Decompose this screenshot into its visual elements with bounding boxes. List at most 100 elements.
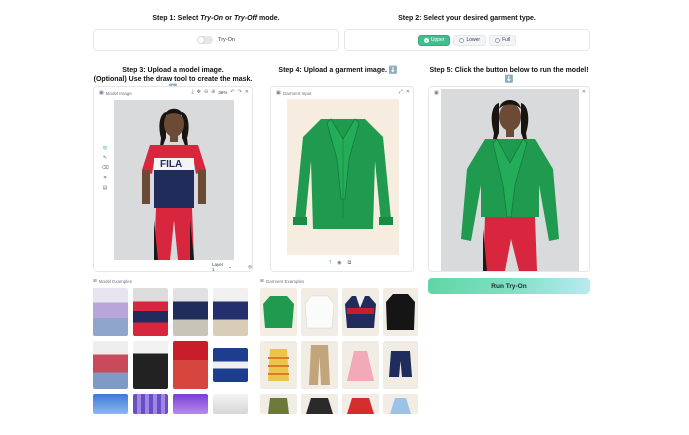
model-image-panel: ▣ Model Image ⤓ ✥ ⊖ ⊕ 36% ↶ ↷ ✕ ◍ ✎ ⌫ ⌗ ▤… <box>93 86 253 272</box>
model-example-thumb[interactable] <box>173 341 208 389</box>
image-icon: ▣ <box>276 90 281 96</box>
radio-dot <box>423 37 429 43</box>
model-example-thumb[interactable] <box>173 394 208 414</box>
model-example-thumb[interactable] <box>213 394 248 414</box>
garment-input-label: ▣ Garment Input <box>274 89 314 97</box>
step1-mid: or <box>223 15 234 22</box>
garment-type-upper[interactable]: Upper <box>417 34 451 46</box>
fullscreen-icon[interactable]: ⤢ <box>399 89 403 95</box>
grid-icon: ⊞ <box>260 278 264 283</box>
model-example-thumb[interactable] <box>133 394 168 414</box>
model-example-thumb[interactable] <box>213 288 248 336</box>
garment-example-thumb[interactable] <box>260 394 297 414</box>
grid-icon: ⊞ <box>93 278 97 283</box>
model-image-toolbar: ⤓ ✥ ⊖ ⊕ 36% ↶ ↷ ✕ <box>192 89 249 95</box>
step1-title: Step 1: Select Try-On or Try-Off mode. <box>93 14 339 23</box>
radio-label-upper: Upper <box>430 37 445 43</box>
garment-example-thumb[interactable] <box>301 341 338 389</box>
toggle-switch[interactable] <box>197 36 214 44</box>
model-example-thumb[interactable] <box>133 288 168 336</box>
layers-icon[interactable]: ◎ <box>248 264 252 270</box>
close-icon[interactable]: ✕ <box>582 89 586 95</box>
model-image-label: ▣ Model Image <box>97 89 134 97</box>
image-upload-icon[interactable]: ▤ <box>102 185 108 191</box>
pen-icon[interactable]: ✎ <box>102 155 108 161</box>
redo-icon[interactable]: ↷ <box>238 89 242 95</box>
run-try-on-button[interactable]: Run Try-On <box>428 278 590 294</box>
step1-tryon: Try-On <box>200 15 224 22</box>
chevron-down-icon[interactable]: ⌄ <box>228 264 232 270</box>
step1-suffix: mode. <box>257 15 280 22</box>
output-image-panel: ▣Output Image ⤢ ✕ <box>428 86 590 272</box>
step5-title: Step 5: Click the button below to run th… <box>429 67 589 83</box>
garment-thumb-shape <box>347 351 374 381</box>
close-icon[interactable]: ✕ <box>406 89 410 95</box>
model-example-thumb[interactable] <box>93 394 128 414</box>
garment-photo[interactable] <box>287 99 399 255</box>
step4-title: Step 4: Upload a garment image. ⬇️ <box>278 67 398 74</box>
undo-icon[interactable]: ↶ <box>230 89 234 95</box>
paste-icon[interactable]: ⧉ <box>348 260 352 266</box>
model-photo[interactable]: FILA <box>114 100 234 260</box>
garment-thumb-shape <box>304 295 335 329</box>
zoom-out-icon[interactable]: ⊖ <box>204 89 208 95</box>
garment-example-thumb[interactable] <box>383 394 418 414</box>
crop-icon[interactable]: ⌗ <box>102 175 108 181</box>
brush-icon[interactable]: ◍ <box>102 145 108 151</box>
radio-dot <box>459 37 465 43</box>
model-example-thumb[interactable] <box>213 348 248 382</box>
garment-thumb-shape <box>268 398 289 414</box>
model-examples-label: ⊞ Model Examples <box>93 278 132 284</box>
step1-prefix: Step 1: Select <box>152 15 201 22</box>
eraser-icon[interactable]: ⌫ <box>101 165 108 171</box>
garment-example-thumb[interactable] <box>260 288 297 336</box>
layer-bar: Layer 1 ⌄ ◎ <box>212 262 252 272</box>
output-photo[interactable] <box>441 89 579 271</box>
garment-input-panel: ▣ Garment Input ⤢ ✕ ⤒ ◉ ⧉ <box>270 86 414 272</box>
garment-example-thumb[interactable] <box>383 288 418 336</box>
garment-example-thumb[interactable] <box>342 394 379 414</box>
model-example-thumb[interactable] <box>93 288 128 336</box>
image-icon: ▣ <box>434 90 439 96</box>
garment-example-thumb[interactable] <box>301 288 338 336</box>
garment-type-lower[interactable]: Lower <box>453 34 487 46</box>
step2-title: Step 2: Select your desired garment type… <box>398 15 536 22</box>
output-figure <box>461 100 559 271</box>
garment-type-radio-group: Upper Lower Full <box>345 30 589 50</box>
model-example-thumb[interactable] <box>173 288 208 336</box>
garment-thumb-shape <box>268 349 289 381</box>
garment-example-thumb[interactable] <box>260 341 297 389</box>
mode-toggle-label: Try-On <box>218 37 235 43</box>
model-example-thumb[interactable] <box>133 341 168 389</box>
garment-toolbar: ⤢ ✕ <box>399 89 410 95</box>
pan-icon[interactable]: ✥ <box>197 89 201 95</box>
upload-icon[interactable]: ⤒ <box>329 260 331 266</box>
zoom-in-icon[interactable]: ⊕ <box>211 89 215 95</box>
model-figure: FILA <box>142 108 206 260</box>
mode-toggle-card: Try-On <box>93 29 339 51</box>
garment-input-label-text: Garment Input <box>282 90 312 96</box>
garment-example-thumb[interactable] <box>342 341 379 389</box>
download-icon[interactable]: ⤓ <box>192 89 194 95</box>
model-example-thumb[interactable] <box>93 341 128 389</box>
garment-thumb-shape <box>389 351 412 377</box>
garment-thumb-shape <box>390 398 411 414</box>
webcam-icon[interactable]: ◉ <box>337 260 341 266</box>
layer-select[interactable]: Layer 1 <box>212 262 224 272</box>
garment-type-full[interactable]: Full <box>489 34 517 46</box>
garment-thumb-shape <box>263 296 294 328</box>
garment-example-thumb[interactable] <box>301 394 338 414</box>
garment-bottom-tools: ⤒ ◉ ⧉ <box>329 260 351 266</box>
close-icon[interactable]: ✕ <box>245 89 249 95</box>
garment-example-thumb[interactable] <box>342 288 379 336</box>
step1-tryoff: Try-Off <box>233 15 258 22</box>
model-examples-label-text: Model Examples <box>98 278 133 284</box>
zoom-level: 36% <box>218 89 228 95</box>
garment-thumb-shape <box>345 296 376 328</box>
mode-toggle[interactable]: Try-On <box>94 30 338 50</box>
radio-label-lower: Lower <box>466 37 481 43</box>
step3-line1: Step 3: Upload a model image. <box>122 67 224 74</box>
garment-example-thumb[interactable] <box>383 341 418 389</box>
garment-thumb-shape <box>306 398 333 414</box>
garment-examples-label: ⊞ Garment Examples <box>260 278 304 284</box>
